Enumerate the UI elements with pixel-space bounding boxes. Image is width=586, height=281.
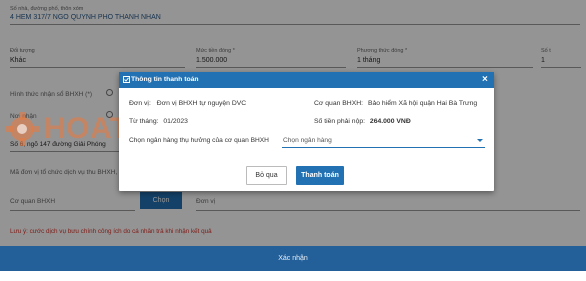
modal-bank-label: Chọn ngân hàng thụ hưởng của cơ quan BHX… — [129, 137, 269, 144]
bank-select-value: Chọn ngân hàng — [283, 137, 332, 144]
chevron-down-icon — [477, 139, 483, 142]
confirm-button[interactable]: Xác nhận — [0, 246, 586, 271]
modal-from-month-row: Từ tháng: 01/2023 — [129, 118, 188, 125]
pay-button[interactable]: Thanh toán — [296, 166, 344, 185]
footer-strip — [0, 271, 586, 281]
modal-title: Thông tin thanh toán — [131, 76, 199, 83]
modal-agency-label: Cơ quan BHXH: — [314, 100, 364, 107]
modal-from-month-label: Từ tháng: — [129, 118, 159, 125]
modal-agency-value: Bảo hiểm Xã hội quận Hai Bà Trưng — [367, 100, 478, 107]
close-icon[interactable]: × — [482, 74, 488, 85]
bank-select[interactable]: Chọn ngân hàng — [282, 134, 485, 148]
modal-amount-value: 264.000 VNĐ — [369, 118, 411, 125]
skip-button[interactable]: Bỏ qua — [246, 166, 287, 185]
gear-logo-icon — [3, 110, 41, 148]
payment-modal: Thông tin thanh toán × Đơn vị: Đơn vị BH… — [119, 72, 494, 191]
modal-unit-label: Đơn vị: — [129, 100, 151, 107]
modal-amount-row: Số tiền phải nộp: 264.000 VNĐ — [314, 118, 411, 125]
modal-unit-value: Đơn vị BHXH tự nguyện DVC — [156, 100, 247, 107]
checkbox-icon — [123, 76, 130, 83]
modal-agency-row: Cơ quan BHXH: Bảo hiểm Xã hội quận Hai B… — [314, 100, 477, 107]
modal-from-month-value: 01/2023 — [163, 118, 188, 125]
modal-amount-label: Số tiền phải nộp: — [314, 118, 366, 125]
modal-header: Thông tin thanh toán × — [119, 72, 494, 88]
modal-unit-row: Đơn vị: Đơn vị BHXH tự nguyện DVC — [129, 100, 246, 107]
